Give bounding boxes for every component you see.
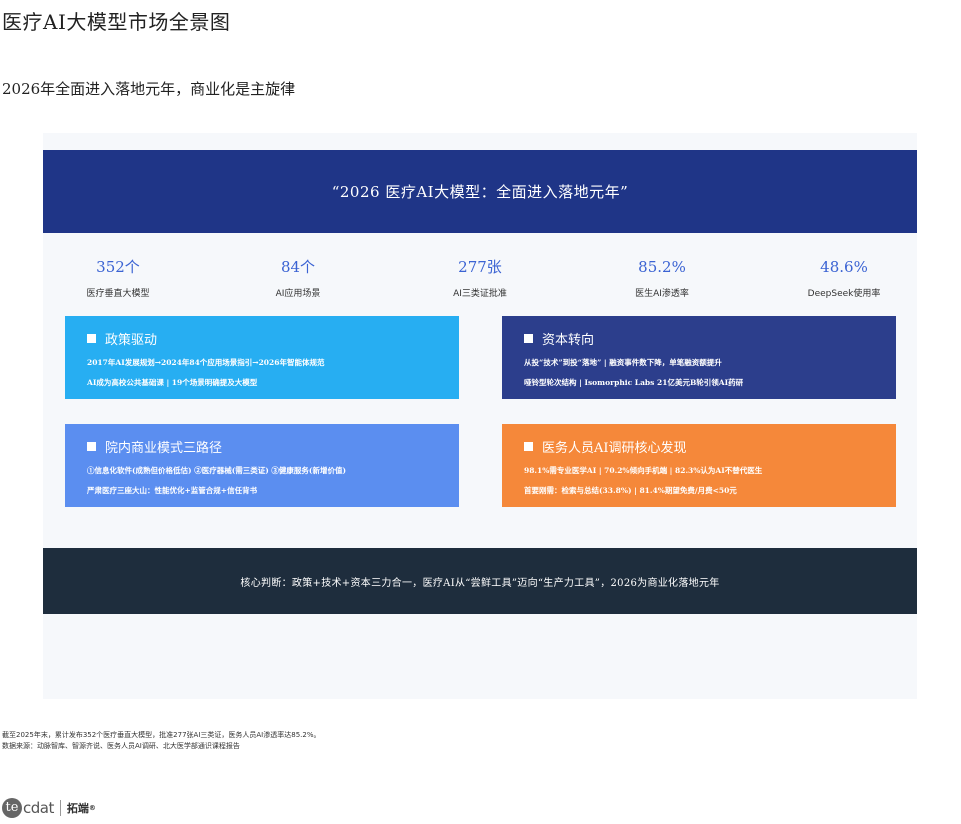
stat-penetration: 85.2% 医生AI渗透率 [587, 256, 737, 299]
card-line: 哑铃型轮次结构 | Isomorphic Labs 21亿美元B轮引领AI药研 [524, 378, 744, 387]
card-title: 院内商业模式三路径 [105, 440, 223, 456]
square-bullet-icon [87, 333, 96, 343]
conclusion-text: 核心判断：政策+技术+资本三力合一，医疗AI从“尝鲜工具”迈向“生产力工具”，2… [240, 577, 720, 589]
page-title: 医疗AI大模型市场全景图 [2, 10, 231, 34]
footnotes: 截至2025年末，累计发布352个医疗垂直大模型，批准277张AI三类证，医务人… [2, 730, 320, 752]
headline-banner: “2026 医疗AI大模型：全面进入落地元年” [43, 150, 917, 233]
card-line: AI成为高校公共基础课 | 19个场景明确提及大模型 [87, 378, 258, 387]
registered-icon: ® [88, 804, 96, 812]
footnote-source: 数据来源：动脉智库、智源齐说、医务人员AI调研、北大医学部通识课程报告 [2, 742, 240, 750]
card-line: 从投“技术”到投“落地” | 融资事件数下降，单笔融资额提升 [524, 358, 722, 367]
logo-divider [59, 800, 61, 816]
stat-label: 医疗垂直大模型 [86, 289, 150, 299]
stat-value: 85.2% [638, 258, 686, 276]
stat-value: 277张 [458, 258, 502, 276]
card-line: 严肃医疗三座大山：性能优化+监管合规+信任背书 [87, 486, 258, 495]
stat-label: DeepSeek使用率 [807, 289, 881, 299]
brand-logo: te cdat 拓端 ® [2, 796, 96, 820]
footnote: 截至2025年末，累计发布352个医疗垂直大模型，批准277张AI三类证，医务人… [2, 731, 321, 739]
card-line: 首要刚需：检索与总结(33.8%) | 81.4%期望免费/月费<50元 [524, 486, 737, 495]
key-stats: 352个 医疗垂直大模型 84个 AI应用场景 277张 AI三类证批准 85.… [43, 256, 917, 306]
card-line: 98.1%需专业医学AI | 70.2%倾向手机端 | 82.3%认为AI不替代… [524, 466, 763, 475]
stat-label: AI应用场景 [275, 289, 321, 299]
square-bullet-icon [524, 333, 533, 343]
stat-models: 352个 医疗垂直大模型 [43, 256, 193, 299]
stat-value: 48.6% [820, 258, 868, 276]
page-subtitle: 2026年全面进入落地元年，商业化是主旋律 [2, 80, 296, 98]
banner-text: “2026 医疗AI大模型：全面进入落地元年” [331, 183, 629, 201]
stat-value: 84个 [280, 258, 316, 276]
stat-certificates: 277张 AI三类证批准 [405, 256, 555, 299]
card-title: 资本转向 [542, 332, 595, 348]
logo-cn-text: 拓端 [66, 802, 89, 815]
card-policy: 政策驱动 2017年AI发展规划→2024年84个应用场景指引→2026年智能体… [65, 316, 459, 399]
card-title: 政策驱动 [105, 332, 158, 348]
card-capital: 资本转向 从投“技术”到投“落地” | 融资事件数下降，单笔融资额提升 哑铃型轮… [502, 316, 896, 399]
card-hospital: 院内商业模式三路径 ①信息化软件(成熟但价格低估) ②医疗器械(需三类证) ③健… [65, 424, 459, 507]
card-title: 医务人员AI调研核心发现 [542, 440, 687, 456]
card-survey: 医务人员AI调研核心发现 98.1%需专业医学AI | 70.2%倾向手机端 |… [502, 424, 896, 507]
stat-deepseek: 48.6% DeepSeek使用率 [769, 256, 919, 299]
card-line: 2017年AI发展规划→2024年84个应用场景指引→2026年智能体规范 [87, 358, 325, 367]
conclusion-bar: 核心判断：政策+技术+资本三力合一，医疗AI从“尝鲜工具”迈向“生产力工具”，2… [43, 548, 917, 614]
card-line: ①信息化软件(成熟但价格低估) ②医疗器械(需三类证) ③健康服务(新增价值) [87, 466, 347, 475]
stat-label: AI三类证批准 [453, 289, 507, 299]
square-bullet-icon [87, 441, 96, 451]
logo-circle-icon: te [2, 798, 22, 818]
logo-wordmark: cdat [23, 799, 54, 817]
stat-label: 医生AI渗透率 [635, 289, 689, 299]
stat-scenarios: 84个 AI应用场景 [223, 256, 373, 299]
stat-value: 352个 [96, 258, 140, 276]
square-bullet-icon [524, 441, 533, 451]
